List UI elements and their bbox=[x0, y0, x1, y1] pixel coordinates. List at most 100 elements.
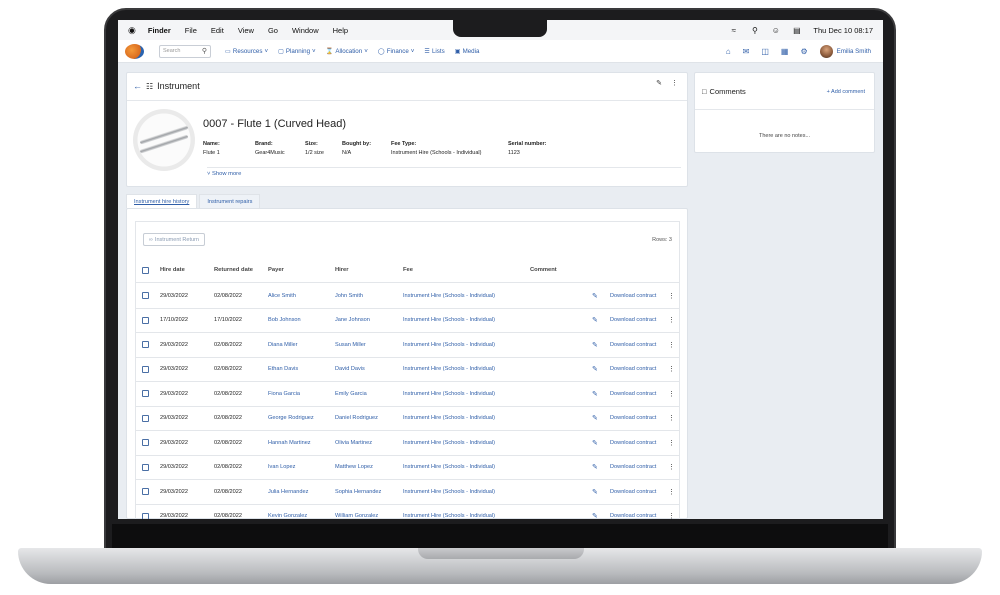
gear-icon[interactable]: ⚙ bbox=[800, 47, 807, 56]
cell-fee[interactable]: Instrument Hire (Schools - Individual) bbox=[403, 431, 495, 455]
menu-window[interactable]: Window bbox=[292, 26, 319, 35]
download-contract-link[interactable]: Download contract bbox=[610, 309, 656, 333]
edit-icon[interactable]: ✎ bbox=[592, 333, 598, 357]
cell-payer[interactable]: Diana Miller bbox=[268, 333, 298, 357]
cell-fee[interactable]: Instrument Hire (Schools - Individual) bbox=[403, 333, 495, 357]
menu-finder[interactable]: Finder bbox=[148, 26, 171, 35]
cell-hirer[interactable]: Olivia Martinez bbox=[335, 431, 372, 455]
more-vertical-icon[interactable]: ⋮ bbox=[668, 382, 675, 406]
more-vertical-icon[interactable]: ⋮ bbox=[668, 456, 675, 480]
row-checkbox[interactable] bbox=[142, 292, 149, 300]
cell-payer[interactable]: George Rodriguez bbox=[268, 407, 314, 431]
cell-payer[interactable]: Ethan Davis bbox=[268, 358, 298, 382]
edit-icon[interactable]: ✎ bbox=[592, 284, 598, 308]
row-checkbox[interactable] bbox=[142, 365, 149, 373]
download-contract-link[interactable]: Download contract bbox=[610, 431, 656, 455]
row-checkbox[interactable] bbox=[142, 439, 149, 447]
tab-instrument-repairs[interactable]: Instrument repairs bbox=[199, 194, 261, 208]
cell-hirer[interactable]: William Gonzalez bbox=[335, 505, 378, 519]
cell-fee[interactable]: Instrument Hire (Schools - Individual) bbox=[403, 505, 495, 519]
home-icon[interactable]: ⌂ bbox=[726, 47, 731, 56]
instrument-return-button[interactable]: ∞ Instrument Return bbox=[143, 233, 205, 246]
row-checkbox[interactable] bbox=[142, 463, 149, 471]
cell-fee[interactable]: Instrument Hire (Schools - Individual) bbox=[403, 382, 495, 406]
row-checkbox[interactable] bbox=[142, 414, 149, 422]
download-contract-link[interactable]: Download contract bbox=[610, 505, 656, 519]
cell-fee[interactable]: Instrument Hire (Schools - Individual) bbox=[403, 309, 495, 333]
more-vertical-icon[interactable]: ⋮ bbox=[668, 284, 675, 308]
download-contract-link[interactable]: Download contract bbox=[610, 358, 656, 382]
download-contract-link[interactable]: Download contract bbox=[610, 480, 656, 504]
edit-icon[interactable]: ✎ bbox=[592, 358, 598, 382]
edit-icon[interactable]: ✎ bbox=[592, 505, 598, 519]
column-comment[interactable]: Comment bbox=[530, 258, 557, 282]
column-hire-date[interactable]: Hire date bbox=[160, 258, 185, 282]
spotlight-search-icon[interactable]: ⚲ bbox=[750, 26, 759, 35]
more-vertical-icon[interactable]: ⋮ bbox=[668, 480, 675, 504]
cell-hirer[interactable]: Jane Johnson bbox=[335, 309, 370, 333]
more-vertical-icon[interactable]: ⋮ bbox=[668, 309, 675, 333]
download-contract-link[interactable]: Download contract bbox=[610, 382, 656, 406]
cell-hirer[interactable]: Daniel Rodriguez bbox=[335, 407, 378, 431]
cell-payer[interactable]: Julia Hernandez bbox=[268, 480, 308, 504]
nav-lists[interactable]: ☰ Lists bbox=[424, 47, 444, 55]
cell-payer[interactable]: Fiona Garcia bbox=[268, 382, 300, 406]
calendar-icon[interactable]: ▦ bbox=[781, 47, 789, 56]
show-more-link[interactable]: ˅ Show more bbox=[207, 171, 241, 177]
column-returned-date[interactable]: Returned date bbox=[214, 258, 253, 282]
edit-icon[interactable]: ✎ bbox=[592, 382, 598, 406]
cell-fee[interactable]: Instrument Hire (Schools - Individual) bbox=[403, 407, 495, 431]
search-box[interactable]: Search ⚲ bbox=[159, 44, 211, 58]
inbox-icon[interactable]: ◫ bbox=[761, 47, 769, 56]
menu-bar-clock[interactable]: Thu Dec 10 08:17 bbox=[813, 26, 873, 35]
row-checkbox[interactable] bbox=[142, 512, 149, 519]
add-comment-button[interactable]: + Add comment bbox=[827, 89, 865, 95]
user-switch-icon[interactable]: ☺ bbox=[771, 26, 780, 35]
avatar[interactable] bbox=[819, 45, 833, 58]
select-all-checkbox[interactable] bbox=[142, 266, 149, 274]
tab-instrument-hire-history[interactable]: Instrument hire history bbox=[126, 194, 198, 208]
edit-icon[interactable]: ✎ bbox=[592, 407, 598, 431]
row-checkbox[interactable] bbox=[142, 316, 149, 324]
menu-help[interactable]: Help bbox=[333, 26, 348, 35]
edit-icon[interactable]: ✎ bbox=[592, 456, 598, 480]
cell-fee[interactable]: Instrument Hire (Schools - Individual) bbox=[403, 284, 495, 308]
more-vertical-icon[interactable]: ⋮ bbox=[668, 358, 675, 382]
nav-planning[interactable]: ▢ Planning ˅ bbox=[278, 47, 316, 55]
notifications-icon[interactable]: ✉ bbox=[743, 47, 750, 56]
more-vertical-icon[interactable]: ⋮ bbox=[671, 79, 678, 87]
cell-hirer[interactable]: John Smith bbox=[335, 284, 363, 308]
download-contract-link[interactable]: Download contract bbox=[610, 333, 656, 357]
row-checkbox[interactable] bbox=[142, 488, 149, 496]
edit-icon[interactable]: ✎ bbox=[592, 431, 598, 455]
cell-hirer[interactable]: Matthew Lopez bbox=[335, 456, 373, 480]
nav-media[interactable]: ▣ Media bbox=[455, 47, 480, 55]
row-checkbox[interactable] bbox=[142, 341, 149, 349]
cell-payer[interactable]: Ivan Lopez bbox=[268, 456, 295, 480]
more-vertical-icon[interactable]: ⋮ bbox=[668, 333, 675, 357]
more-vertical-icon[interactable]: ⋮ bbox=[668, 505, 675, 519]
cell-hirer[interactable]: Susan Miller bbox=[335, 333, 366, 357]
cell-payer[interactable]: Alice Smith bbox=[268, 284, 296, 308]
cell-hirer[interactable]: Emily Garcia bbox=[335, 382, 367, 406]
cell-payer[interactable]: Hannah Martinez bbox=[268, 431, 311, 455]
nav-finance[interactable]: ◯ Finance ˅ bbox=[378, 47, 415, 55]
column-hirer[interactable]: Hirer bbox=[335, 258, 349, 282]
cell-fee[interactable]: Instrument Hire (Schools - Individual) bbox=[403, 358, 495, 382]
app-logo[interactable] bbox=[125, 43, 144, 59]
edit-icon[interactable]: ✎ bbox=[592, 480, 598, 504]
apple-icon[interactable]: ◉ bbox=[128, 25, 136, 36]
row-checkbox[interactable] bbox=[142, 390, 149, 398]
download-contract-link[interactable]: Download contract bbox=[610, 407, 656, 431]
search-icon[interactable]: ⚲ bbox=[202, 47, 207, 55]
column-fee[interactable]: Fee bbox=[403, 258, 413, 282]
cell-payer[interactable]: Kevin Gonzalez bbox=[268, 505, 307, 519]
menu-view[interactable]: View bbox=[238, 26, 254, 35]
menu-edit[interactable]: Edit bbox=[211, 26, 224, 35]
edit-icon[interactable]: ✎ bbox=[592, 309, 598, 333]
cell-hirer[interactable]: Sophia Hernandez bbox=[335, 480, 381, 504]
cell-payer[interactable]: Bob Johnson bbox=[268, 309, 301, 333]
back-arrow-icon[interactable]: ← bbox=[133, 81, 142, 91]
wifi-icon[interactable]: ≈ bbox=[729, 26, 738, 35]
more-vertical-icon[interactable]: ⋮ bbox=[668, 407, 675, 431]
